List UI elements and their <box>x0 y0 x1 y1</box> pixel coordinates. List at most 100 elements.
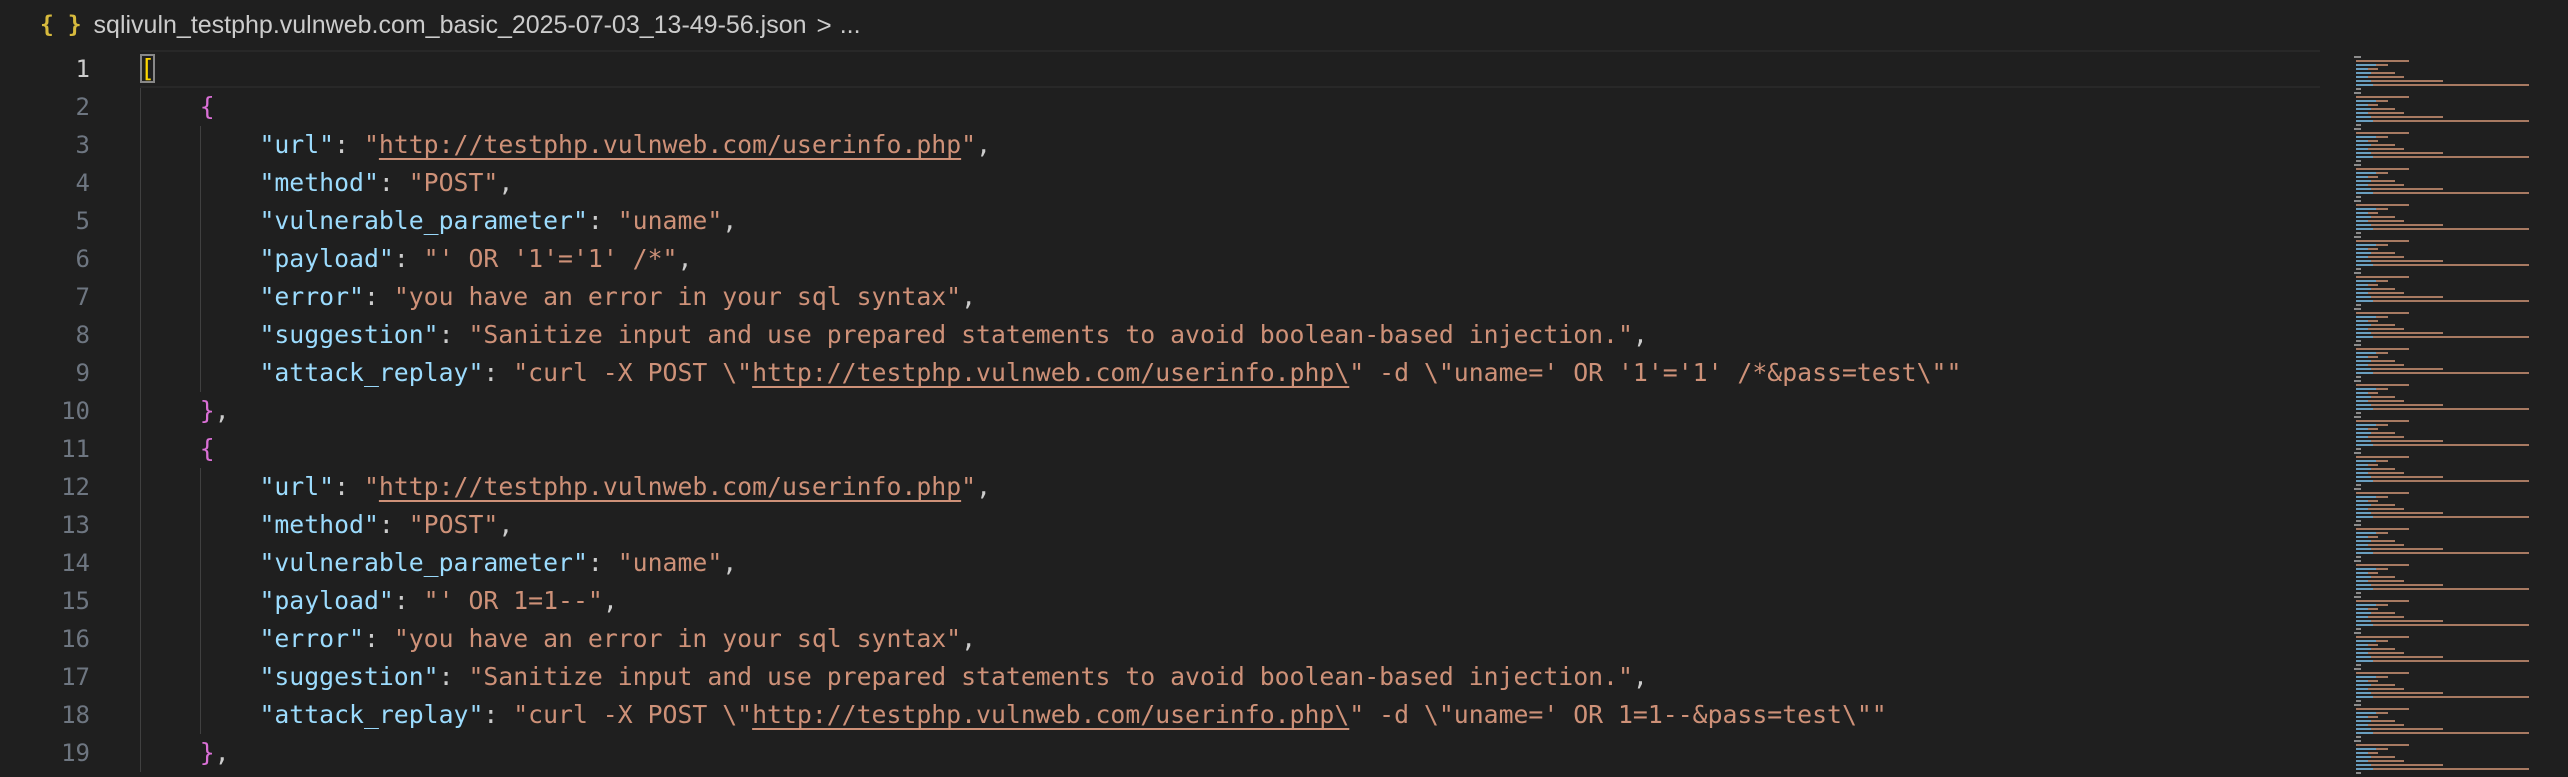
minimap-line <box>2368 644 2378 646</box>
code-line[interactable]: }, <box>140 392 230 430</box>
minimap-line <box>2361 132 2410 134</box>
line-number: 12 <box>61 473 90 501</box>
minimap-line <box>2368 500 2378 502</box>
code-token: "you have an error in your sql syntax" <box>393 624 962 653</box>
minimap-line <box>2361 96 2410 98</box>
code-token: } <box>199 738 215 767</box>
minimap-line <box>2356 688 2369 690</box>
code-line[interactable]: "method": "POST", <box>140 506 513 544</box>
minimap-line <box>2361 168 2410 170</box>
code-token: [ <box>140 54 155 83</box>
minimap-line <box>2354 704 2362 706</box>
minimap-line <box>2356 264 2374 266</box>
url-link[interactable]: http://testphp.vulnweb.com/userinfo.php <box>379 472 961 501</box>
code-line[interactable]: "method": "POST", <box>140 164 513 202</box>
minimap-line <box>2356 652 2369 654</box>
code-line[interactable]: "vulnerable_parameter": "uname", <box>140 544 737 582</box>
minimap-line <box>2373 372 2482 374</box>
minimap-line <box>2356 712 2376 714</box>
code-line[interactable]: "error": "you have an error in your sql … <box>140 620 976 658</box>
minimap-line <box>2356 212 2369 214</box>
url-link[interactable]: http://testphp.vulnweb.com/userinfo.php\ <box>752 358 1349 387</box>
line-number: 1 <box>75 55 90 83</box>
code-line[interactable]: { <box>140 88 215 126</box>
code-token: "method" <box>259 510 379 539</box>
minimap-line <box>2354 308 2362 310</box>
minimap-line <box>2373 516 2482 518</box>
minimap-line <box>2368 724 2405 726</box>
minimap-line <box>2373 588 2482 590</box>
code-line[interactable]: "error": "you have an error in your sql … <box>140 278 976 316</box>
url-link[interactable]: http://testphp.vulnweb.com/userinfo.php <box>379 130 961 159</box>
code-token: : <box>587 548 618 577</box>
code-line[interactable]: "suggestion": "Sanitize input and use pr… <box>140 658 1648 696</box>
code-line[interactable]: "payload": "' OR '1'='1' /*", <box>140 240 692 278</box>
minimap-line <box>2354 236 2362 238</box>
line-number: 19 <box>61 739 90 767</box>
minimap-line <box>2375 316 2388 318</box>
minimap-line <box>2373 552 2482 554</box>
code-line[interactable]: "attack_replay": "curl -X POST \"http://… <box>140 354 1961 392</box>
minimap-line <box>2368 472 2405 474</box>
code-line[interactable]: "url": "http://testphp.vulnweb.com/useri… <box>140 126 991 164</box>
minimap-line <box>2361 240 2410 242</box>
minimap-line <box>2368 760 2405 762</box>
minimap-line <box>2370 224 2443 226</box>
code-token: "Sanitize input and use prepared stateme… <box>468 662 1633 691</box>
minimap-line <box>2356 404 2371 406</box>
minimap-line <box>2356 584 2371 586</box>
code-line[interactable]: "vulnerable_parameter": "uname", <box>140 202 737 240</box>
code-line[interactable]: { <box>140 430 215 468</box>
minimap-line <box>2370 656 2443 658</box>
minimap-line <box>2375 604 2388 606</box>
minimap-line <box>2356 220 2369 222</box>
code-editor[interactable]: 1 2 3 4 5 6 7 8 9 10 11 12 13 14 15 16 17 18 19 [ { "url":… <box>0 50 2568 777</box>
code-token: { <box>199 92 215 121</box>
minimap-line <box>2375 208 2388 210</box>
minimap-line <box>2356 616 2369 618</box>
minimap-line <box>2373 444 2482 446</box>
minimap-line <box>2361 348 2410 350</box>
minimap-line <box>2370 288 2395 290</box>
minimap-line <box>2373 192 2482 194</box>
code-area[interactable]: [ { "url": "http://testphp.vulnweb.com/u… <box>140 50 2320 777</box>
minimap[interactable] <box>2342 50 2568 777</box>
code-line[interactable]: }, <box>140 734 230 772</box>
minimap-line <box>2356 120 2374 122</box>
vertical-scrollbar[interactable] <box>2320 50 2342 777</box>
code-line[interactable]: "url": "http://testphp.vulnweb.com/useri… <box>140 468 991 506</box>
minimap-line <box>2356 644 2369 646</box>
current-line-highlight <box>140 50 2320 88</box>
code-token: "vulnerable_parameter" <box>259 206 588 235</box>
minimap-line <box>2356 136 2376 138</box>
minimap-line <box>2481 588 2530 590</box>
minimap-line <box>2370 368 2443 370</box>
minimap-line <box>2375 64 2388 66</box>
minimap-line <box>2375 424 2388 426</box>
minimap-line <box>2356 580 2369 582</box>
code-line[interactable]: "payload": "' OR 1=1--", <box>140 582 617 620</box>
code-line[interactable]: [ <box>140 50 155 88</box>
minimap-line <box>2368 652 2405 654</box>
minimap-line <box>2356 620 2371 622</box>
code-token: "suggestion" <box>259 320 439 349</box>
minimap-line <box>2373 768 2482 770</box>
breadcrumb-more[interactable]: ... <box>840 11 861 40</box>
minimap-line <box>2370 72 2395 74</box>
code-line[interactable]: "suggestion": "Sanitize input and use pr… <box>140 316 1647 354</box>
minimap-line <box>2356 304 2362 306</box>
breadcrumb-filename[interactable]: sqlivuln_testphp.vulnweb.com_basic_2025-… <box>94 11 807 40</box>
minimap-line <box>2356 360 2371 362</box>
minimap-line <box>2356 100 2376 102</box>
code-token: , <box>214 396 230 425</box>
minimap-line <box>2356 112 2369 114</box>
minimap-line <box>2368 608 2378 610</box>
code-line[interactable]: "attack_replay": "curl -X POST \"http://… <box>140 696 1886 734</box>
minimap-line <box>2368 256 2405 258</box>
minimap-line <box>2356 196 2362 198</box>
code-token: , <box>1632 662 1648 691</box>
url-link[interactable]: http://testphp.vulnweb.com/userinfo.php\ <box>752 700 1349 729</box>
minimap-line <box>2375 748 2388 750</box>
